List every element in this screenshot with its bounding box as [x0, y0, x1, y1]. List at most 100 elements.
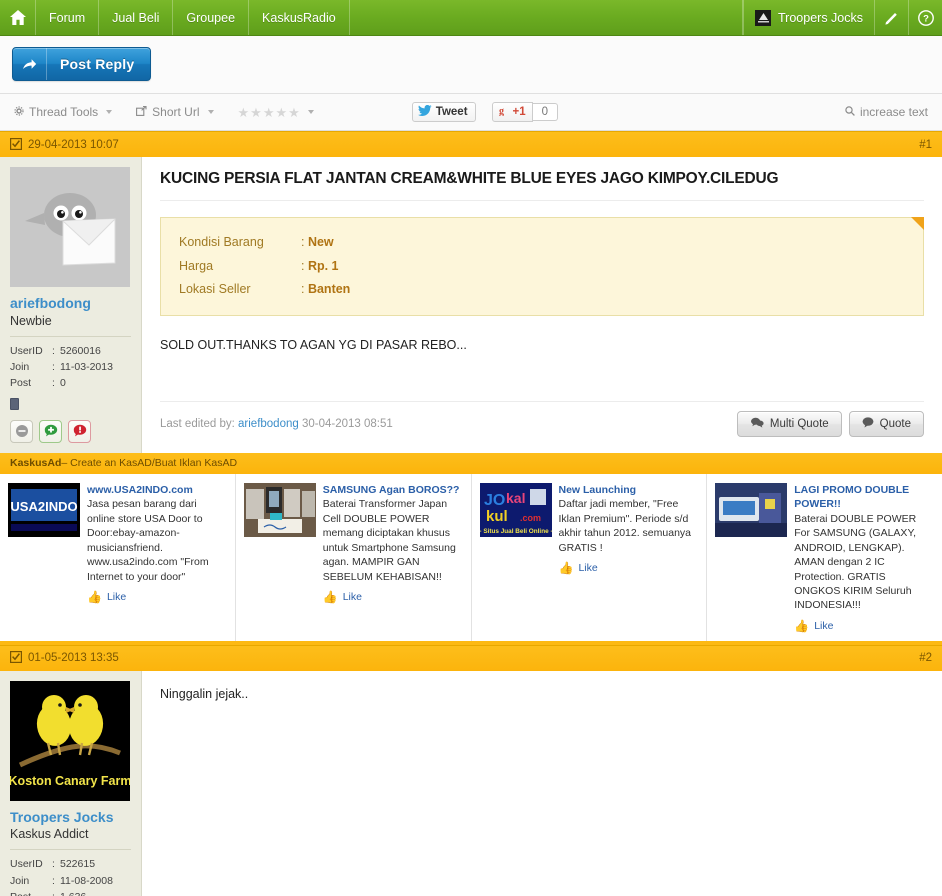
speech-bubble-icon	[862, 416, 874, 431]
post-number[interactable]: #2	[919, 652, 932, 664]
thumbs-up-icon: 👍	[794, 618, 810, 633]
star-icon[interactable]: ★	[250, 106, 262, 119]
nav-item-kaskusradio[interactable]: KaskusRadio	[249, 0, 350, 35]
post-1-username[interactable]: ariefbodong	[10, 295, 131, 312]
rating-stars[interactable]: ★ ★ ★ ★ ★	[238, 106, 300, 119]
post-2-content: Ninggalin jejak..	[142, 671, 942, 896]
ad-item-4-title[interactable]: LAGI PROMO DOUBLE POWER!!	[794, 483, 934, 512]
user-stat-value: 11-03-2013	[60, 361, 113, 374]
tweet-label: Tweet	[435, 106, 468, 118]
ad-like-button[interactable]: 👍 Like	[323, 589, 463, 606]
gplus-button[interactable]: g +1	[491, 102, 533, 122]
last-edited-info: Last edited by: ariefbodong 30-04-2013 0…	[160, 418, 393, 430]
user-stat-value: 5260016	[60, 344, 101, 357]
user-stat-value: 1,636	[60, 889, 86, 896]
increase-text-label: increase text	[859, 105, 928, 119]
user-stat-key: Post	[10, 377, 32, 390]
nav-item-groupee[interactable]: Groupee	[173, 0, 250, 35]
ad-like-button[interactable]: 👍 Like	[87, 589, 227, 606]
ad-like-button[interactable]: 👍 Like	[559, 560, 699, 577]
short-url-menu[interactable]: Short Url	[136, 105, 214, 119]
ad-item-2-title[interactable]: SAMSUNG Agan BOROS??	[323, 483, 463, 497]
ad-item-1-text: www.USA2INDO.com Jasa pesan barang dari …	[87, 483, 227, 635]
ad-item-4-text: LAGI PROMO DOUBLE POWER!! Baterai DOUBLE…	[794, 483, 934, 635]
home-icon[interactable]	[0, 0, 36, 35]
user-stat-row: UserID: 5260016	[10, 343, 131, 359]
thread-tools-bar: Thread Tools Short Url ★ ★ ★ ★ ★ Tweet g…	[0, 94, 942, 131]
svg-text:g: g	[499, 106, 504, 116]
post-2-usertitle: Kaskus Addict	[10, 827, 89, 842]
post-2-user-panel: Koston Canary Farm Troopers Jocks Kaskus…	[0, 670, 142, 896]
post-1-body: SOLD OUT.THANKS TO AGAN YG DI PASAR REBO…	[160, 337, 467, 352]
current-user-menu[interactable]: Troopers Jocks	[743, 0, 874, 35]
samsung-battery-photo[interactable]	[243, 482, 316, 537]
ad-item-2[interactable]: SAMSUNG Agan BOROS?? Baterai Transformer…	[236, 473, 472, 641]
user-stat-row: Post: 1,636	[10, 889, 131, 896]
post-1: ariefbodong Newbie UserID: 5260016 Join:…	[0, 157, 942, 453]
nav-spacer	[350, 0, 744, 35]
double-power-battery-photo[interactable]	[715, 482, 788, 537]
create-ad-link[interactable]: – Create an KasAD/Buat Iklan KasAD	[61, 457, 237, 469]
add-reputation-icon[interactable]	[39, 419, 62, 443]
user-stat-value: 522615	[60, 858, 96, 871]
ad-item-3[interactable]: JO kal kul .com - Situs Jual Beli Online…	[472, 473, 708, 641]
star-icon[interactable]: ★	[275, 106, 287, 119]
thread-tools-menu[interactable]: Thread Tools	[14, 105, 113, 119]
post-reply-button[interactable]: Post Reply	[12, 47, 152, 81]
question-mark-icon[interactable]: ?	[908, 0, 942, 35]
ad-item-1[interactable]: USA2INDO www.USA2INDO.com Jasa pesan bar…	[0, 473, 236, 641]
social-share-group: Tweet g +1 0	[411, 102, 559, 122]
usa2indo-logo[interactable]: USA2INDO	[8, 482, 80, 537]
star-icon[interactable]: ★	[288, 106, 300, 119]
post-1-title: KUCING PERSIA FLAT JANTAN CREAM&WHITE BL…	[160, 169, 924, 202]
quote-button[interactable]: Quote	[848, 410, 924, 437]
thread-rating[interactable]: ★ ★ ★ ★ ★	[238, 106, 314, 119]
star-icon[interactable]: ★	[263, 106, 275, 119]
user-stat-key: UserID	[10, 858, 43, 871]
multi-quote-label: Multi Quote	[769, 417, 829, 430]
neutral-reputation-icon[interactable]	[10, 419, 33, 443]
koston-canary-farm-avatar[interactable]: Koston Canary Farm	[10, 680, 130, 801]
user-stat-row: Post: 0	[10, 375, 131, 391]
chevron-down-icon	[106, 110, 113, 114]
svg-text:kal: kal	[506, 490, 525, 506]
user-stat-value: 0	[60, 377, 66, 390]
last-edited-prefix: Last edited by:	[160, 417, 235, 430]
user-stat-row: UserID: 522615	[10, 856, 131, 872]
external-link-icon	[136, 105, 147, 119]
ad-item-1-title[interactable]: www.USA2INDO.com	[87, 483, 227, 497]
multi-speech-bubble-icon	[750, 417, 764, 431]
gplus-label: +1	[512, 106, 526, 118]
default-envelope-avatar[interactable]	[10, 167, 130, 287]
ad-item-4[interactable]: LAGI PROMO DOUBLE POWER!! Baterai DOUBLE…	[707, 474, 942, 641]
last-edited-user[interactable]: ariefbodong	[238, 418, 299, 430]
nav-item-forum[interactable]: Forum	[36, 0, 100, 35]
pencil-icon[interactable]	[874, 0, 908, 35]
star-icon[interactable]: ★	[238, 106, 250, 119]
google-plus-icon: g	[499, 105, 510, 119]
tweet-button[interactable]: Tweet	[411, 102, 476, 122]
user-stat-row: Join: 11-08-2008	[10, 873, 131, 889]
report-post-icon[interactable]	[68, 419, 91, 443]
listing-info-box: Kondisi Barang : New Harga : Rp. 1 Lokas…	[160, 217, 924, 316]
post-2-username[interactable]: Troopers Jocks	[10, 809, 131, 826]
post-header-1: 29-04-2013 10:07 #1	[0, 131, 942, 157]
jokakul-logo[interactable]: JO kal kul .com - Situs Jual Beli Online…	[479, 482, 552, 537]
post-timestamp: 01-05-2013 13:35	[28, 652, 119, 664]
ad-like-button[interactable]: 👍 Like	[794, 618, 934, 635]
ad-item-3-title[interactable]: New Launching	[559, 483, 699, 497]
ad-item-3-text: New Launching Daftar jadi member, "Free …	[559, 483, 699, 635]
nav-item-jual-beli[interactable]: Jual Beli	[99, 0, 174, 35]
post-header-2: 01-05-2013 13:35 #2	[0, 644, 942, 671]
current-user-name: Troopers Jocks	[778, 10, 863, 25]
ad-item-4-body: Baterai DOUBLE POWER For SAMSUNG (GALAXY…	[794, 512, 917, 612]
post-1-user-panel: ariefbodong Newbie UserID: 5260016 Join:…	[0, 157, 142, 453]
avatar	[755, 9, 772, 26]
svg-text:.com: .com	[520, 513, 541, 523]
google-plus-one[interactable]: g +1 0	[491, 102, 559, 122]
post-check-icon	[10, 137, 23, 153]
increase-text-button[interactable]: increase text	[845, 105, 928, 119]
multi-quote-button[interactable]: Multi Quote	[736, 410, 842, 437]
divider	[10, 849, 131, 851]
post-number[interactable]: #1	[919, 139, 932, 151]
